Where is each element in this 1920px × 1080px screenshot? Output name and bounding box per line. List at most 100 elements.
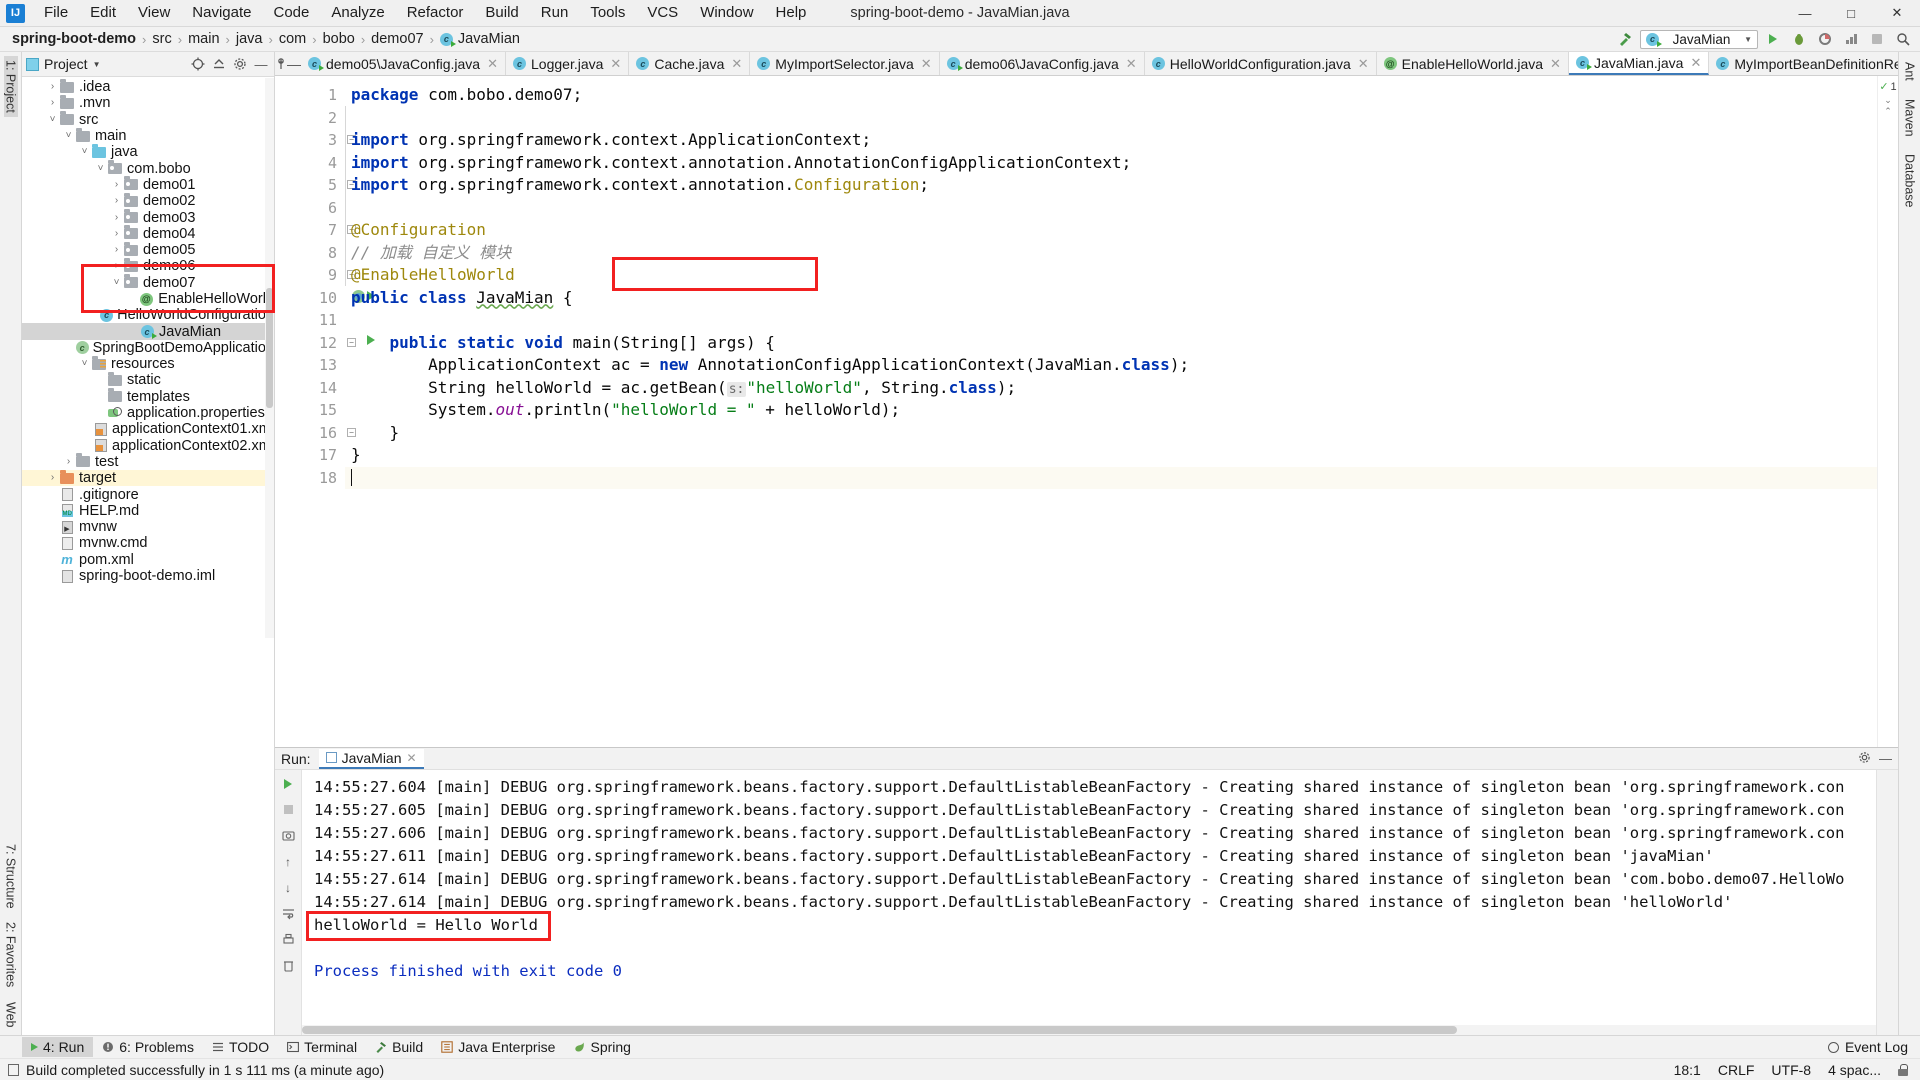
editor-tab-bar[interactable]: — cdemo05\JavaConfig.java✕cLogger.java✕c… (275, 52, 1898, 76)
inspection-chevron-icon[interactable]: ⌄ (1884, 93, 1892, 106)
menu-tools[interactable]: Tools (579, 1, 636, 25)
gutter-line-3[interactable]: 3− (275, 129, 345, 152)
caret-position[interactable]: 18:1 (1674, 1062, 1701, 1078)
scroll-up-icon[interactable]: ↑ (280, 853, 297, 870)
code-line-3[interactable]: import org.springframework.context.Appli… (345, 129, 1877, 152)
gutter-line-1[interactable]: 1 (275, 84, 345, 107)
code-line-2[interactable] (345, 107, 1877, 130)
indent-setting[interactable]: 4 spac... (1828, 1062, 1881, 1078)
toolwindow-4-run[interactable]: 4: Run (22, 1037, 93, 1057)
tree-node-application-properties[interactable]: application.properties (22, 405, 274, 421)
menu-file[interactable]: File (33, 1, 79, 25)
settings-gear-icon[interactable] (1858, 751, 1871, 767)
console-hscrollbar-track[interactable] (302, 1025, 1876, 1035)
tree-node-target[interactable]: ›target (22, 470, 274, 486)
tree-node-applicationcontext01-xml[interactable]: applicationContext01.xml (22, 421, 274, 437)
gutter-line-17[interactable]: 17 (275, 444, 345, 467)
tree-node-demo03[interactable]: ›demo03 (22, 209, 274, 225)
tree-node-static[interactable]: static (22, 372, 274, 388)
tree-node-test[interactable]: ›test (22, 454, 274, 470)
event-log-label[interactable]: Event Log (1845, 1039, 1908, 1055)
close-icon[interactable]: ✕ (1690, 55, 1701, 71)
print-icon[interactable] (280, 931, 297, 948)
search-everywhere-icon[interactable] (1892, 29, 1914, 49)
close-icon[interactable]: ✕ (731, 56, 742, 72)
toolwindow-todo[interactable]: TODO (203, 1037, 278, 1057)
run-configuration-selector[interactable]: c JavaMian ▼ (1640, 30, 1758, 49)
scroll-down-icon[interactable]: ↓ (280, 879, 297, 896)
editor-tab-helloworldconfiguration-java[interactable]: cHelloWorldConfiguration.java✕ (1145, 52, 1377, 75)
menu-analyze[interactable]: Analyze (320, 1, 395, 25)
tree-node-demo02[interactable]: ›demo02 (22, 193, 274, 209)
tree-node-enablehelloworld[interactable]: @EnableHelloWorld (22, 291, 274, 307)
code-line-6[interactable] (345, 197, 1877, 220)
chevron-right-icon[interactable]: › (110, 226, 123, 242)
menu-run[interactable]: Run (530, 1, 580, 25)
tree-node-springbootdemoapplication[interactable]: cSpringBootDemoApplication (22, 340, 274, 356)
tree-node-demo07[interactable]: ˅demo07 (22, 275, 274, 291)
stop-icon[interactable] (1866, 29, 1888, 49)
code-content[interactable]: package com.bobo.demo07; import org.spri… (345, 76, 1877, 747)
gutter-line-8[interactable]: 8 (275, 242, 345, 265)
code-line-4[interactable]: import org.springframework.context.annot… (345, 152, 1877, 175)
gutter-line-13[interactable]: 13 (275, 354, 345, 377)
code-editor[interactable]: 123−45−67−89−101112−13141516−1718 packag… (275, 76, 1898, 747)
hide-panel-icon[interactable]: — (252, 55, 270, 73)
soft-wrap-icon[interactable] (280, 905, 297, 922)
chevron-right-icon[interactable]: › (110, 193, 123, 209)
settings-gear-icon[interactable] (231, 55, 249, 73)
editor-tab-demo05-javaconfig-java[interactable]: cdemo05\JavaConfig.java✕ (301, 52, 506, 75)
toolwindow-build[interactable]: Build (366, 1037, 432, 1057)
gutter-line-2[interactable]: 2 (275, 107, 345, 130)
code-line-5[interactable]: import org.springframework.context.annot… (345, 174, 1877, 197)
gutter-line-15[interactable]: 15 (275, 399, 345, 422)
tree-node-mvnw-cmd[interactable]: mvnw.cmd (22, 535, 274, 551)
tree-node-java[interactable]: ˅java (22, 144, 274, 160)
rail-item-favorites[interactable]: 2: Favorites (4, 918, 18, 991)
project-title-group[interactable]: Project ▼ (26, 56, 101, 72)
gutter-line-14[interactable]: 14 (275, 377, 345, 400)
gutter-line-7[interactable]: 7− (275, 219, 345, 242)
close-icon[interactable]: ✕ (487, 56, 498, 72)
close-icon[interactable]: ✕ (610, 56, 621, 72)
code-line-16[interactable]: } (345, 422, 1877, 445)
chevron-right-icon[interactable]: › (110, 210, 123, 226)
chevron-down-icon[interactable]: ˅ (110, 275, 123, 291)
gutter-line-5[interactable]: 5− (275, 174, 345, 197)
gutter-line-16[interactable]: 16− (275, 422, 345, 445)
gutter-line-9[interactable]: 9− (275, 264, 345, 287)
breadcrumb-demo07[interactable]: demo07 (367, 30, 427, 48)
toolwindow-spring[interactable]: Spring (564, 1037, 639, 1057)
hammer-icon[interactable] (1614, 29, 1636, 49)
maximize-button[interactable]: □ (1828, 0, 1874, 27)
run-coverage-icon[interactable] (1814, 29, 1836, 49)
rail-item-ant[interactable]: Ant (1903, 58, 1917, 85)
tree-node-pom-xml[interactable]: mpom.xml (22, 552, 274, 568)
menu-build[interactable]: Build (474, 1, 529, 25)
breadcrumb-java[interactable]: java (232, 30, 267, 48)
tree-node--idea[interactable]: ›.idea (22, 79, 274, 95)
tree-node-com-bobo[interactable]: ˅com.bobo (22, 160, 274, 176)
breadcrumb-src[interactable]: src (148, 30, 175, 48)
tree-node-applicationcontext02-xml[interactable]: applicationContext02.xml (22, 438, 274, 454)
breadcrumb-com[interactable]: com (275, 30, 310, 48)
line-separator[interactable]: CRLF (1718, 1062, 1755, 1078)
tree-node-src[interactable]: ˅src (22, 112, 274, 128)
gutter-line-10[interactable]: 10 (275, 287, 345, 310)
code-line-13[interactable]: ApplicationContext ac = new AnnotationCo… (345, 354, 1877, 377)
run-tab-javamian[interactable]: JavaMian ✕ (319, 749, 424, 769)
code-line-10[interactable]: public class JavaMian { (345, 287, 1877, 310)
chevron-right-icon[interactable]: › (110, 258, 123, 274)
project-scrollbar-thumb[interactable] (266, 288, 273, 408)
code-line-8[interactable]: // 加载 自定义 模块 (345, 242, 1877, 265)
inspection-menu-icon[interactable]: ⌃ (1884, 106, 1892, 117)
project-tree[interactable]: ›.idea›.mvn˅src˅main˅java˅com.bobo›demo0… (22, 77, 274, 1035)
code-line-1[interactable]: package com.bobo.demo07; (345, 84, 1877, 107)
editor-tab-cache-java[interactable]: cCache.java✕ (629, 52, 750, 75)
camera-icon[interactable] (280, 827, 297, 844)
tree-node-help-md[interactable]: MDHELP.md (22, 503, 274, 519)
chevron-right-icon[interactable]: › (46, 79, 59, 95)
tree-node--mvn[interactable]: ›.mvn (22, 95, 274, 111)
profiler-icon[interactable] (1840, 29, 1862, 49)
gutter-line-18[interactable]: 18 (275, 467, 345, 490)
